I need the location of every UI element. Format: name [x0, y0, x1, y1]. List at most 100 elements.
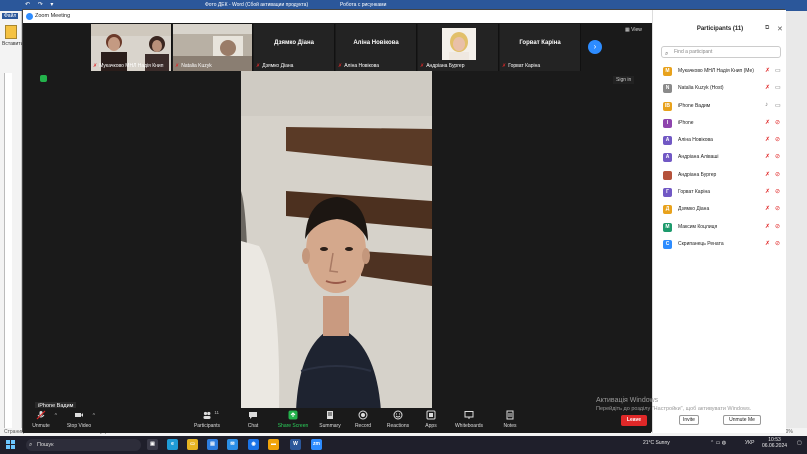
file-tab[interactable]: Файл [2, 13, 19, 19]
share-screen-button[interactable]: Share Screen [275, 410, 311, 429]
explorer-folder-icon[interactable]: ▬ [268, 439, 279, 450]
edge-icon[interactable]: e [167, 439, 178, 450]
whiteboard-icon [464, 411, 474, 419]
sign-in-button[interactable]: Sign in [613, 76, 635, 84]
mic-muted-icon[interactable]: ✗ [765, 171, 770, 178]
taskbar-search-input[interactable]: ⌕ Пошук [26, 439, 141, 451]
participant-row[interactable]: IiPhone ✗ ⊘ [661, 116, 785, 133]
chevron-up-icon[interactable]: ^ [55, 413, 57, 419]
word-icon[interactable]: W [290, 439, 301, 450]
quick-access-icons[interactable]: ↶ ↷ ▾ [25, 1, 56, 8]
video-off-icon[interactable]: ⊘ [775, 205, 780, 212]
video-tile[interactable]: Аліна Новікова ✗ Аліна Новікова [336, 24, 417, 71]
participant-row[interactable]: Г Горват Каріна ✗ ⊘ [661, 185, 785, 202]
avatar: IB [663, 101, 672, 111]
mic-muted-icon: ✗ [93, 63, 98, 69]
video-off-icon[interactable]: ⊘ [775, 171, 780, 178]
participant-row[interactable]: А Андріана Аліваші ✗ ⊘ [661, 150, 785, 167]
activation-watermark-title: Активація Windows [596, 397, 659, 404]
invite-button[interactable]: Invite [679, 415, 699, 425]
video-tile[interactable]: ✗ Андріана Бургер [418, 24, 499, 71]
participant-row[interactable]: IB iPhone Вадим ♪ ▭ [661, 99, 785, 116]
word-ribbon-left: Файл Вставить [0, 11, 23, 441]
video-off-icon[interactable]: ⊘ [775, 119, 780, 126]
mic-muted-icon[interactable]: ✗ [765, 67, 770, 74]
video-on-icon[interactable]: ▭ [775, 67, 781, 74]
video-tile[interactable]: Горват Каріна ✗ Горват Каріна [500, 24, 581, 71]
security-shield-icon[interactable] [40, 75, 47, 82]
video-on-icon[interactable]: ▭ [775, 84, 781, 91]
mic-muted-icon: ✗ [420, 63, 425, 69]
video-off-icon[interactable]: ⊘ [775, 136, 780, 143]
video-tile[interactable]: Дзямко Діана ✗ Дзямко Діана [254, 24, 335, 71]
video-off-icon[interactable]: ⊘ [775, 153, 780, 160]
language-indicator[interactable]: УКР [745, 440, 754, 446]
mic-on-icon[interactable]: ♪ [765, 102, 768, 108]
unmute-button[interactable]: Unmute ^ [23, 410, 59, 429]
mic-muted-icon[interactable]: ✗ [765, 240, 770, 247]
zoom-logo-icon [26, 13, 33, 20]
avatar: А [663, 136, 672, 146]
zoom-taskbar-icon[interactable]: zm [311, 439, 322, 450]
paste-icon[interactable] [5, 25, 17, 39]
task-view-icon[interactable]: ▣ [147, 439, 158, 450]
chevron-up-icon[interactable]: ^ [93, 413, 95, 419]
participant-row[interactable]: С Скрипанець Рената ✗ ⊘ [661, 237, 785, 254]
mic-muted-icon[interactable]: ✗ [765, 188, 770, 195]
participants-button[interactable]: Participants 11 [189, 410, 225, 429]
mic-muted-icon[interactable]: ✗ [765, 223, 770, 230]
video-tile[interactable]: ✗ Natalia Kuzyk [173, 24, 253, 71]
view-button[interactable]: ▦ View [625, 27, 642, 33]
search-icon: ⌕ [29, 442, 33, 448]
whiteboards-button[interactable]: Whiteboards [451, 410, 487, 429]
tray-icons[interactable]: ⌃ ▭ ◍ [710, 440, 726, 446]
file-explorer-icon[interactable]: ▭ [187, 439, 198, 450]
avatar: А [663, 153, 672, 163]
stop-video-button[interactable]: Stop Video ^ [61, 410, 97, 429]
record-icon [358, 410, 368, 420]
participant-row[interactable]: Андріана Бургер ✗ ⊘ [661, 168, 785, 185]
participant-row[interactable]: М Мукачково МНЛ Надія Книп (Me) ✗ ▭ [661, 64, 785, 81]
clock-date: 06.06.2024 [762, 443, 788, 449]
chrome-icon[interactable]: ◉ [248, 439, 259, 450]
mic-muted-icon[interactable]: ✗ [765, 84, 770, 91]
participant-search-input[interactable]: ⌕ Find a participant [661, 46, 781, 58]
search-icon: ⌕ [665, 51, 669, 57]
windows-start-icon[interactable] [6, 440, 15, 449]
summary-button[interactable]: Summary [312, 410, 348, 429]
notifications-icon[interactable]: ▢ [797, 440, 802, 446]
reactions-button[interactable]: Reactions [380, 410, 416, 429]
speaker-video-frame [241, 71, 432, 411]
participant-name: Natalia Kuzyk (Host) [678, 85, 724, 92]
participant-row[interactable]: А Аліна Новікова ✗ ⊘ [661, 133, 785, 150]
video-off-icon[interactable]: ⊘ [775, 223, 780, 230]
mic-muted-icon[interactable]: ✗ [765, 205, 770, 212]
video-off-icon[interactable]: ⊘ [775, 240, 780, 247]
leave-button[interactable]: Leave [621, 415, 647, 426]
participant-row[interactable]: N Natalia Kuzyk (Host) ✗ ▭ [661, 81, 785, 98]
weather-widget[interactable]: 21°C Sunny [643, 440, 670, 446]
record-button[interactable]: Record [345, 410, 381, 429]
chat-button[interactable]: Chat [235, 410, 271, 429]
participant-row[interactable]: М Максим Коцлиця ✗ ⊘ [661, 220, 785, 237]
video-tile[interactable]: ✗ Мукачково МНЛ Надія Книп [91, 24, 172, 71]
video-icon [75, 413, 83, 417]
participant-row[interactable]: Д Дзямко Діана ✗ ⊘ [661, 202, 785, 219]
video-off-icon[interactable]: ⊘ [775, 188, 780, 195]
participant-name: Максим Коцлиця [678, 223, 718, 230]
unmute-me-button[interactable]: Unmute Me [723, 415, 761, 425]
participants-panel: ⧉ ✕ Participants (11) ⌕ Find a participa… [652, 10, 786, 433]
word-title-text: Фото ДЕК - Word (Сбой активации продукта… [205, 2, 309, 8]
video-on-icon[interactable]: ▭ [775, 102, 781, 109]
apps-button[interactable]: Apps [413, 410, 449, 429]
mail-icon[interactable]: ✉ [227, 439, 238, 450]
next-page-arrow-icon[interactable]: › [588, 40, 602, 54]
store-icon[interactable]: ▤ [207, 439, 218, 450]
mic-muted-icon[interactable]: ✗ [765, 153, 770, 160]
mic-muted-icon[interactable]: ✗ [765, 136, 770, 143]
zoom-window: Zoom Meeting — ☐ ✕ ✗Мукачково МНЛ Надія … [22, 9, 786, 433]
mic-muted-icon[interactable]: ✗ [765, 119, 770, 126]
clock[interactable]: 10:53 06.06.2024 [762, 437, 787, 449]
notes-button[interactable]: Notes [492, 410, 528, 429]
avatar: I [663, 118, 672, 128]
